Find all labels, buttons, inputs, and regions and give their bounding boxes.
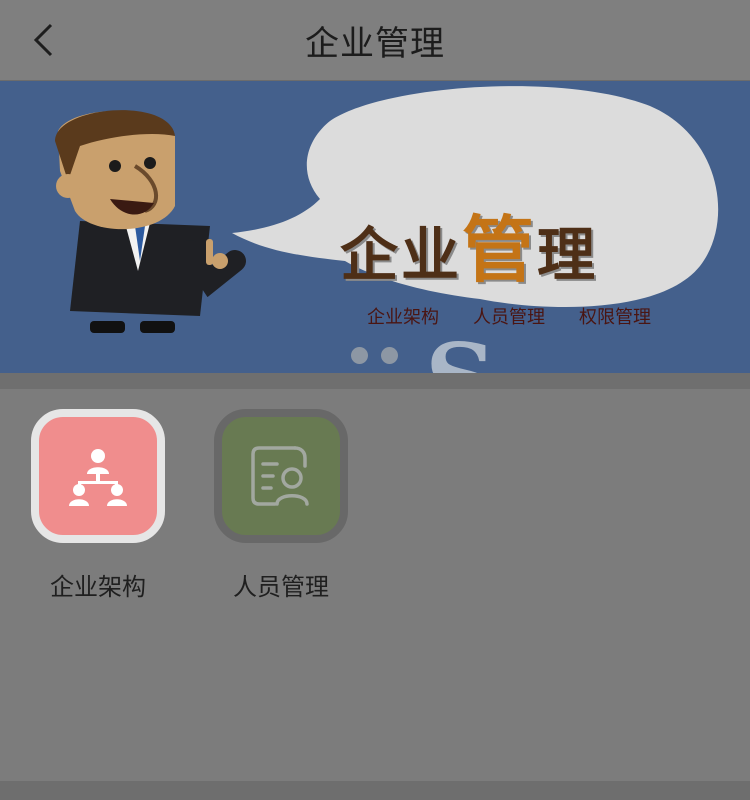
carousel-dot-2[interactable] bbox=[381, 347, 398, 364]
module-staff-management[interactable]: 人员管理 bbox=[191, 409, 371, 602]
person-card-icon bbox=[251, 446, 309, 506]
promo-banner[interactable]: 企业管理 企业架构 人员管理 权限管理 So easy bbox=[0, 81, 750, 373]
bottom-bar bbox=[0, 781, 750, 800]
module-label: 企业架构 bbox=[50, 573, 146, 601]
banner-title: 企业管理 bbox=[340, 207, 599, 292]
chevron-left-icon bbox=[33, 23, 53, 57]
top-nav-bar: 企业管理 bbox=[0, 0, 750, 81]
module-label: 人员管理 bbox=[233, 573, 329, 601]
module-icon-tile[interactable] bbox=[214, 409, 348, 543]
module-org-structure[interactable]: 企业架构 bbox=[8, 409, 188, 602]
org-chart-icon bbox=[69, 449, 127, 506]
so-easy-slogan: So easy bbox=[425, 323, 629, 373]
section-divider bbox=[0, 373, 750, 389]
carousel-indicator bbox=[351, 347, 398, 364]
back-button[interactable] bbox=[22, 18, 66, 62]
module-icon-tile[interactable] bbox=[31, 409, 165, 543]
cartoon-man bbox=[55, 110, 246, 333]
carousel-dot-1[interactable] bbox=[351, 347, 368, 364]
page-title: 企业管理 bbox=[305, 23, 445, 64]
